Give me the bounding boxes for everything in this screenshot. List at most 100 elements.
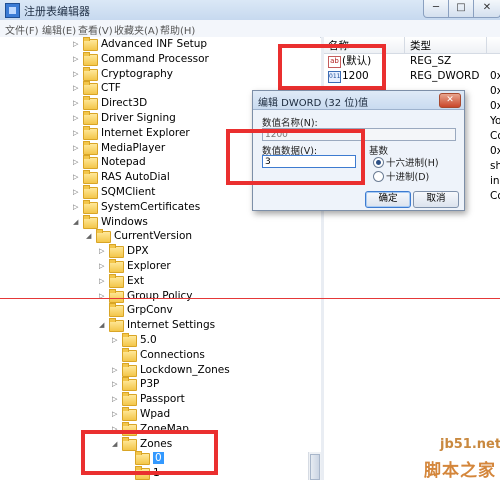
column-header-type[interactable]: 类型: [410, 38, 431, 53]
tree-node[interactable]: GrpConv: [99, 303, 173, 318]
tree-node[interactable]: ▷ SQMClient: [73, 185, 155, 200]
tree-node[interactable]: ▷ P3P: [112, 377, 159, 392]
tree-node-label[interactable]: Direct3D: [101, 97, 147, 109]
column-separator[interactable]: [486, 37, 487, 53]
tree-node[interactable]: ▷ Driver Signing: [73, 111, 176, 126]
tree-node[interactable]: ▷ DPX: [99, 244, 149, 259]
cancel-button[interactable]: 取消: [413, 191, 459, 208]
tree-node[interactable]: ▷ Cryptography: [73, 66, 173, 82]
tree-node[interactable]: ▷ Group Policy: [99, 288, 193, 304]
column-separator[interactable]: [404, 37, 405, 53]
tree-node-label[interactable]: Notepad: [101, 156, 146, 168]
tree-node[interactable]: ▷ CTF: [73, 81, 121, 96]
expand-arrow-icon[interactable]: ▷: [112, 377, 119, 392]
tree-node-label[interactable]: Ext: [127, 275, 144, 287]
folder-icon: [109, 259, 124, 273]
decimal-radio-label[interactable]: 十进制(D): [386, 169, 429, 183]
tree-node-label[interactable]: DPX: [127, 245, 149, 257]
menu-view[interactable]: 查看(V): [78, 22, 113, 37]
expand-arrow-icon[interactable]: ◢: [86, 229, 93, 244]
tree-node-label[interactable]: Lockdown_Zones: [140, 364, 230, 376]
expand-arrow-icon[interactable]: ▷: [73, 170, 80, 185]
tree-node[interactable]: ▷ Notepad: [73, 155, 146, 170]
tree-node[interactable]: Connections: [112, 347, 205, 363]
expand-arrow-icon[interactable]: ▷: [112, 407, 119, 422]
ok-button[interactable]: 确定: [365, 191, 411, 208]
expand-arrow-icon[interactable]: ▷: [99, 259, 106, 274]
tree-node[interactable]: ▷ Ext: [99, 273, 144, 289]
expand-arrow-icon[interactable]: ▷: [73, 37, 80, 52]
expand-arrow-icon[interactable]: ▷: [73, 67, 80, 82]
expand-arrow-icon[interactable]: ▷: [99, 289, 106, 304]
tree-node-label[interactable]: Passport: [140, 393, 185, 405]
expand-arrow-icon[interactable]: ▷: [99, 274, 106, 289]
tree-node-label[interactable]: MediaPlayer: [101, 142, 165, 154]
tree-node[interactable]: ▷ 5.0: [112, 333, 157, 348]
expand-arrow-icon[interactable]: ▷: [112, 333, 119, 348]
expand-arrow-icon[interactable]: ▷: [73, 96, 80, 111]
tree-node-label[interactable]: Command Processor: [101, 53, 209, 65]
tree-node-label[interactable]: P3P: [140, 378, 159, 390]
tree-node[interactable]: ▷ SystemCertificates: [73, 199, 200, 215]
expand-arrow-icon[interactable]: ▷: [73, 81, 80, 96]
menu-help[interactable]: 帮助(H): [160, 22, 195, 37]
tree-node[interactable]: ◢ CurrentVersion: [86, 229, 192, 244]
tree-node[interactable]: ▷ Explorer: [99, 259, 171, 274]
tree-node[interactable]: ▷ MediaPlayer: [73, 140, 165, 156]
tree-node[interactable]: ▷ Command Processor: [73, 51, 209, 67]
expand-arrow-icon[interactable]: ▷: [73, 52, 80, 67]
tree-node-label[interactable]: Internet Explorer: [101, 127, 190, 139]
tree-node-label[interactable]: RAS AutoDial: [101, 171, 170, 183]
expand-arrow-icon[interactable]: ◢: [99, 318, 106, 333]
expand-arrow-icon[interactable]: ▷: [73, 200, 80, 215]
tree-node[interactable]: ▷ Internet Explorer: [73, 125, 190, 141]
tree-node-label[interactable]: CurrentVersion: [114, 230, 192, 242]
menu-favorites[interactable]: 收藏夹(A): [114, 22, 159, 37]
tree-node-label[interactable]: Internet Settings: [127, 319, 215, 331]
expand-arrow-icon[interactable]: ▷: [112, 392, 119, 407]
minimize-button[interactable]: ─: [423, 0, 449, 18]
tree-node[interactable]: ▷ Wpad: [112, 407, 170, 422]
tree-node-label[interactable]: CTF: [101, 82, 121, 94]
folder-icon: [109, 303, 124, 318]
tree-node-label[interactable]: Group Policy: [127, 290, 193, 302]
tree-node-label[interactable]: Connections: [140, 349, 205, 361]
tree-vertical-scrollbar[interactable]: [308, 452, 322, 480]
decimal-radio[interactable]: [373, 171, 384, 182]
tree-node-label[interactable]: Driver Signing: [101, 112, 176, 124]
close-button[interactable]: ✕: [473, 0, 500, 18]
tree-node-label[interactable]: SystemCertificates: [101, 201, 200, 213]
tree-node[interactable]: ◢ Internet Settings: [99, 318, 215, 333]
tree-node[interactable]: ▷ Passport: [112, 392, 185, 407]
expand-arrow-icon[interactable]: ▷: [73, 111, 80, 126]
expand-arrow-icon[interactable]: ▷: [112, 363, 119, 378]
tree-node-label[interactable]: Wpad: [140, 408, 170, 420]
expand-arrow-icon[interactable]: ▷: [73, 126, 80, 141]
tree-node-label[interactable]: Windows: [101, 216, 148, 228]
tree-node-label[interactable]: 5.0: [140, 334, 157, 346]
tree-node[interactable]: ▷ Direct3D: [73, 96, 147, 111]
hex-radio[interactable]: [373, 157, 384, 168]
expand-arrow-icon[interactable]: ◢: [73, 215, 80, 230]
tree-scrollbar-thumb[interactable]: [310, 454, 320, 480]
folder-icon: [109, 273, 124, 288]
tree-node-label[interactable]: Explorer: [127, 260, 171, 272]
expand-arrow-icon[interactable]: ▷: [99, 244, 106, 259]
menu-file[interactable]: 文件(F): [5, 22, 39, 37]
tree-node-label[interactable]: Cryptography: [101, 68, 173, 80]
hex-radio-label[interactable]: 十六进制(H): [386, 155, 439, 169]
expand-arrow-icon[interactable]: ▷: [73, 155, 80, 170]
maximize-button[interactable]: □: [448, 0, 474, 18]
window-title: 注册表编辑器: [24, 5, 90, 18]
tree-node[interactable]: ▷ RAS AutoDial: [73, 170, 170, 185]
dialog-close-button[interactable]: ✕: [439, 93, 461, 108]
tree-node-label[interactable]: Advanced INF Setup: [101, 38, 207, 50]
tree-node-label[interactable]: SQMClient: [101, 186, 155, 198]
expand-arrow-icon[interactable]: ▷: [73, 185, 80, 200]
tree-node[interactable]: ▷ Lockdown_Zones: [112, 362, 230, 378]
menu-edit[interactable]: 编辑(E): [42, 22, 76, 37]
tree-node[interactable]: ▷ Advanced INF Setup: [73, 37, 207, 52]
expand-arrow-icon[interactable]: ▷: [73, 141, 80, 156]
tree-node[interactable]: ◢ Windows: [73, 214, 148, 230]
tree-node-label[interactable]: GrpConv: [127, 304, 173, 316]
